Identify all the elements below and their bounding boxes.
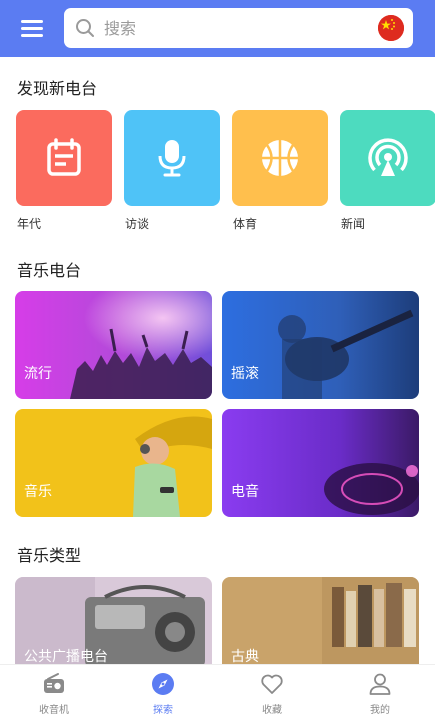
nav-label: 探索 xyxy=(153,705,173,716)
china-flag-icon[interactable] xyxy=(378,15,404,41)
section-title-music-stations: 音乐电台 xyxy=(17,261,82,280)
search-bar[interactable] xyxy=(64,8,413,48)
category-tile-era[interactable] xyxy=(16,110,112,206)
station-card-label: 电音 xyxy=(231,484,259,500)
category-tile-sports[interactable] xyxy=(232,110,328,206)
station-card-electronic[interactable]: 电音 xyxy=(222,409,419,517)
nav-item-explore[interactable]: 探索 xyxy=(109,665,217,720)
station-card-rock[interactable]: 摇滚 xyxy=(222,291,419,399)
genre-card-public-radio[interactable]: 公共广播电台 xyxy=(15,577,212,664)
category-tile-talk[interactable] xyxy=(124,110,220,206)
station-card-music[interactable]: 音乐 xyxy=(15,409,212,517)
menu-icon xyxy=(21,20,43,23)
nav-label: 收音机 xyxy=(39,705,69,716)
broadcast-icon xyxy=(368,138,408,176)
category-tile-news[interactable] xyxy=(340,110,435,206)
nav-item-favorites[interactable]: 收藏 xyxy=(218,665,326,720)
nav-label: 收藏 xyxy=(262,705,282,716)
menu-button[interactable] xyxy=(19,17,45,39)
genre-card-classical[interactable]: 古典 xyxy=(222,577,419,664)
compass-icon xyxy=(152,673,174,695)
category-label: 体育 xyxy=(233,217,258,231)
category-label: 年代 xyxy=(17,217,42,231)
genre-card-label: 公共广播电台 xyxy=(24,649,108,664)
station-card-label: 摇滚 xyxy=(231,366,259,382)
menu-icon-line xyxy=(21,34,43,37)
nav-label: 我的 xyxy=(370,705,390,716)
search-icon xyxy=(76,19,94,37)
user-icon xyxy=(369,673,391,695)
section-title-music-types: 音乐类型 xyxy=(17,546,82,565)
category-label: 新闻 xyxy=(341,217,366,231)
top-bar xyxy=(0,0,435,57)
genre-card-label: 古典 xyxy=(231,649,259,664)
section-title-discover: 发现新电台 xyxy=(17,79,98,98)
calendar-icon xyxy=(47,138,81,176)
station-card-label: 音乐 xyxy=(24,484,52,500)
nav-item-radio[interactable]: 收音机 xyxy=(0,665,108,720)
station-card-label: 流行 xyxy=(24,366,52,382)
category-label: 访谈 xyxy=(125,217,150,231)
nav-item-profile[interactable]: 我的 xyxy=(326,665,434,720)
basketball-icon xyxy=(262,140,298,176)
heart-icon xyxy=(261,674,283,694)
microphone-icon xyxy=(158,140,186,177)
station-card-pop[interactable]: 流行 xyxy=(15,291,212,399)
bottom-nav: 收音机 探索 收藏 我的 xyxy=(0,664,435,720)
radio-icon xyxy=(44,673,64,693)
search-input[interactable] xyxy=(104,14,364,42)
menu-icon-line xyxy=(21,27,43,30)
